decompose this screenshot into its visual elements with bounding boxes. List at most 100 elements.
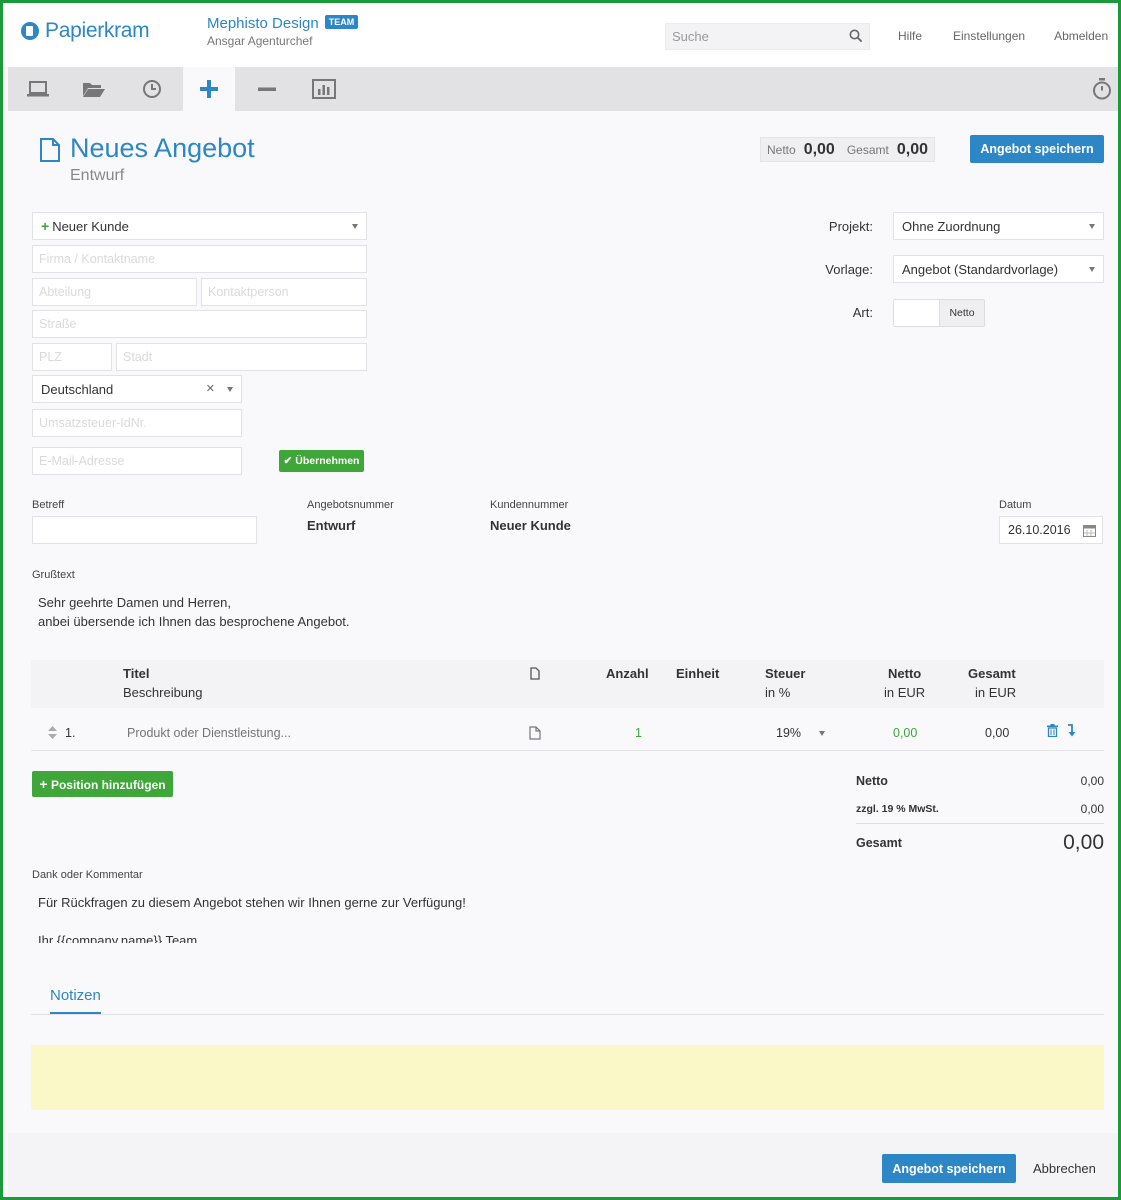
project-label: Projekt: bbox=[828, 219, 873, 234]
template-select[interactable]: Angebot (Standardvorlage) bbox=[893, 255, 1104, 283]
customer-number-label: Kundennummer bbox=[490, 499, 569, 511]
zip-field bbox=[32, 343, 112, 371]
apply-customer-label: Übernehmen bbox=[295, 455, 360, 467]
plus-icon: + bbox=[41, 218, 50, 234]
insert-below-icon[interactable] bbox=[1067, 724, 1076, 737]
chevron-down-icon bbox=[1089, 224, 1095, 229]
save-offer-button-top[interactable]: Angebot speichern bbox=[970, 135, 1104, 163]
company-input[interactable] bbox=[33, 246, 366, 272]
account-switcher[interactable]: Mephisto Design TEAM Ansgar Agenturchef bbox=[207, 15, 359, 48]
project-select[interactable]: Ohne Zuordnung bbox=[893, 212, 1104, 240]
calendar-icon[interactable] bbox=[1083, 524, 1096, 537]
closing-line-1: Für Rückfragen zu diesem Angebot stehen … bbox=[38, 895, 466, 910]
tab-notes[interactable]: Notizen bbox=[50, 987, 101, 1014]
chevron-down-icon bbox=[1089, 267, 1095, 272]
col-title: Titel bbox=[123, 666, 150, 681]
street-input[interactable] bbox=[33, 311, 366, 337]
help-link[interactable]: Hilfe bbox=[898, 29, 922, 43]
plus-icon bbox=[200, 80, 218, 98]
department-field bbox=[32, 278, 197, 306]
project-select-value: Ohne Zuordnung bbox=[902, 218, 1001, 234]
logo-text: Papierkram bbox=[45, 19, 150, 42]
item-quantity[interactable]: 1 bbox=[635, 726, 642, 740]
city-input[interactable] bbox=[117, 344, 366, 370]
tab-projects[interactable] bbox=[68, 67, 120, 111]
subject-input[interactable] bbox=[33, 517, 256, 543]
row-index: 1. bbox=[65, 726, 76, 740]
clear-icon[interactable]: ✕ bbox=[206, 382, 215, 395]
item-total: 0,00 bbox=[985, 726, 1010, 740]
summary-vat-value: 0,00 bbox=[1080, 802, 1104, 816]
search-input[interactable] bbox=[666, 24, 836, 49]
customer-number-value: Neuer Kunde bbox=[490, 518, 571, 533]
toggle-value: Netto bbox=[939, 300, 984, 326]
greeting-label: Grußtext bbox=[32, 569, 75, 581]
tab-reports[interactable] bbox=[298, 67, 350, 111]
settings-link[interactable]: Einstellungen bbox=[953, 29, 1025, 43]
items-table-header: Titel Beschreibung Anzahl Einheit Steuer… bbox=[31, 660, 1104, 708]
col-net-unit: in EUR bbox=[884, 685, 926, 700]
logout-link[interactable]: Abmelden bbox=[1054, 29, 1108, 43]
col-unit: Einheit bbox=[676, 666, 720, 681]
chevron-down-icon bbox=[227, 387, 233, 392]
stopwatch-icon bbox=[1093, 78, 1111, 100]
closing-text[interactable]: Für Rückfragen zu diesem Angebot stehen … bbox=[38, 893, 466, 943]
save-offer-button-bottom[interactable]: Angebot speichern bbox=[882, 1154, 1016, 1183]
toggle-knob bbox=[894, 300, 939, 326]
tab-dashboard[interactable] bbox=[12, 67, 64, 111]
document-icon bbox=[40, 138, 60, 162]
item-net[interactable]: 0,00 bbox=[893, 726, 917, 740]
tab-time[interactable] bbox=[126, 67, 178, 111]
minus-icon bbox=[258, 87, 276, 91]
summary-net-value: 0,00 bbox=[1080, 774, 1104, 788]
clock-icon bbox=[143, 80, 161, 98]
page-title: Neues Angebot bbox=[70, 133, 255, 163]
email-field bbox=[32, 447, 242, 475]
tab-income[interactable] bbox=[183, 67, 235, 111]
contact-person-input[interactable] bbox=[202, 279, 366, 305]
email-input[interactable] bbox=[33, 448, 241, 474]
greeting-line-2: anbei übersende ich Ihnen das besprochen… bbox=[38, 614, 350, 629]
col-quantity: Anzahl bbox=[606, 666, 649, 681]
col-tax-unit: in % bbox=[765, 685, 791, 700]
trash-icon[interactable] bbox=[1047, 724, 1058, 737]
company-field bbox=[32, 245, 367, 273]
template-label: Vorlage: bbox=[825, 262, 873, 277]
item-tax-select[interactable]: 19% bbox=[776, 726, 801, 740]
sort-handle-icon[interactable] bbox=[47, 725, 58, 740]
type-toggle[interactable]: Netto bbox=[893, 299, 985, 327]
tab-expenses[interactable] bbox=[241, 67, 293, 111]
document-icon[interactable] bbox=[529, 726, 541, 740]
page-subtitle: Entwurf bbox=[70, 167, 125, 184]
customer-select-value: Neuer Kunde bbox=[52, 218, 129, 234]
date-field[interactable]: 26.10.2016 bbox=[999, 516, 1103, 544]
add-position-button[interactable]: + Position hinzufügen bbox=[32, 771, 173, 797]
greeting-line-1: Sehr geehrte Damen und Herren, bbox=[38, 595, 231, 610]
vat-id-input[interactable] bbox=[33, 410, 241, 436]
notes-tab-divider bbox=[31, 1014, 1104, 1015]
chevron-down-icon[interactable] bbox=[819, 731, 825, 736]
document-icon bbox=[530, 667, 540, 680]
summary-total-label: Gesamt bbox=[856, 836, 902, 850]
table-row: 1. 1 19% 0,00 0,00 bbox=[31, 715, 1104, 751]
department-input[interactable] bbox=[33, 279, 196, 305]
account-user: Ansgar Agenturchef bbox=[207, 34, 313, 48]
col-total: Gesamt bbox=[968, 666, 1016, 681]
cancel-link[interactable]: Abbrechen bbox=[1033, 1161, 1096, 1176]
greeting-text[interactable]: Sehr geehrte Damen und Herren, anbei übe… bbox=[38, 593, 350, 631]
col-net: Netto bbox=[888, 666, 922, 681]
apply-customer-button[interactable]: ✔ Übernehmen bbox=[279, 450, 364, 472]
tab-stopwatch[interactable] bbox=[1076, 67, 1118, 111]
item-title-input[interactable] bbox=[127, 721, 477, 745]
logo[interactable]: Papierkram bbox=[21, 19, 150, 43]
country-select[interactable]: Deutschland ✕ bbox=[32, 375, 242, 403]
bar-chart-icon bbox=[312, 79, 336, 99]
notes-textarea[interactable] bbox=[31, 1045, 1104, 1110]
col-description: Beschreibung bbox=[123, 685, 203, 700]
plus-icon: + bbox=[39, 776, 48, 792]
zip-input[interactable] bbox=[33, 344, 111, 370]
search-icon[interactable] bbox=[849, 29, 863, 43]
laptop-icon bbox=[27, 81, 49, 97]
col-total-unit: in EUR bbox=[975, 685, 1017, 700]
customer-select[interactable]: + Neuer Kunde bbox=[32, 212, 367, 240]
